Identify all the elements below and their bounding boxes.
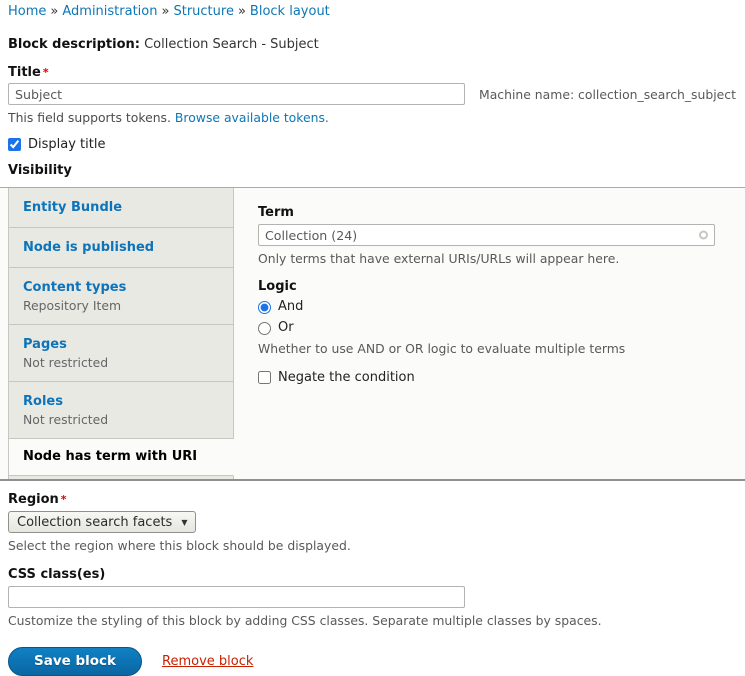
breadcrumb-link-home[interactable]: Home [8,4,46,19]
region-description: Select the region where this block shoul… [8,538,737,553]
vertical-tab-pages[interactable]: Pages Not restricted [9,325,234,382]
vertical-tab-label: Pages [23,336,219,353]
css-classes-label: CSS class(es) [8,567,737,582]
logic-or-row: Or [258,320,745,336]
required-asterisk: * [61,493,67,506]
term-autocomplete-input[interactable] [258,224,715,246]
title-help: This field supports tokens. Browse avail… [8,110,737,125]
visibility-vertical-tabs: Entity Bundle Node is published Content … [0,187,745,481]
browse-tokens-link[interactable]: Browse available tokens. [175,110,329,125]
term-label: Term [258,205,745,220]
region-label-text: Region [8,492,59,507]
logic-description: Whether to use AND or OR logic to evalua… [258,341,745,356]
machine-name: Machine name: collection_search_subject [479,87,736,102]
vertical-tab-summary: Not restricted [23,412,219,427]
visibility-heading: Visibility [8,163,737,179]
remove-block-link[interactable]: Remove block [162,654,253,669]
tokens-help-text: This field supports tokens. [8,110,171,125]
vertical-tab-content-types[interactable]: Content types Repository Item [9,268,234,325]
vertical-tab-summary: Not restricted [23,355,219,370]
css-classes-description: Customize the styling of this block by a… [8,613,737,628]
css-classes-input[interactable] [8,586,465,608]
vertical-tab-node-is-published[interactable]: Node is published [9,228,234,268]
negate-condition-label[interactable]: Negate the condition [278,370,415,385]
breadcrumb-separator: » [50,4,58,19]
display-title-checkbox[interactable] [8,138,21,151]
logic-and-row: And [258,299,745,315]
logic-and-label[interactable]: And [278,299,303,315]
logic-or-radio[interactable] [258,322,271,335]
breadcrumb-separator: » [162,4,170,19]
logic-and-radio[interactable] [258,301,271,314]
vertical-tab-label: Node has term with URI [23,448,219,465]
vertical-tab-roles[interactable]: Roles Not restricted [9,382,234,439]
block-configure-page: Home»Administration»Structure»Block layo… [0,0,745,676]
save-block-button[interactable]: Save block [8,647,142,676]
breadcrumb-separator: » [238,4,246,19]
logic-or-label[interactable]: Or [278,320,294,336]
breadcrumb-link-structure[interactable]: Structure [173,4,233,19]
vertical-tab-node-has-term-with-uri[interactable]: Node has term with URI [9,439,234,476]
display-title-label[interactable]: Display title [28,137,105,152]
term-description: Only terms that have external URIs/URLs … [258,251,745,266]
title-label-text: Title [8,65,41,80]
vertical-tabs-menu: Entity Bundle Node is published Content … [8,188,234,479]
vertical-tab-label: Content types [23,279,219,296]
title-input[interactable] [8,83,465,105]
region-select[interactable]: Collection search facets ▼ [8,511,196,533]
block-description-value: Collection Search - Subject [144,37,319,52]
node-has-term-pane: Term Only terms that have external URIs/… [234,188,745,479]
required-asterisk: * [43,66,49,79]
vertical-tab-partial[interactable] [9,476,234,481]
vertical-tab-label: Node is published [23,239,219,256]
region-label: Region* [8,492,737,507]
vertical-tab-entity-bundle[interactable]: Entity Bundle [9,188,234,228]
breadcrumb-link-block-layout[interactable]: Block layout [250,4,330,19]
vertical-tab-summary: Repository Item [23,298,219,313]
display-title-row: Display title [8,137,737,152]
autocomplete-throbber-icon [699,231,708,240]
breadcrumb-link-administration[interactable]: Administration [62,4,157,19]
region-select-value: Collection search facets [17,515,172,530]
vertical-tab-label: Entity Bundle [23,199,219,216]
negate-row: Negate the condition [258,370,745,385]
breadcrumb: Home»Administration»Structure»Block layo… [8,4,737,20]
negate-condition-checkbox[interactable] [258,371,271,384]
block-description: Block description: Collection Search - S… [8,37,737,52]
vertical-tab-label: Roles [23,393,219,410]
logic-label: Logic [258,279,745,294]
title-label: Title* [8,65,737,80]
block-description-label: Block description: [8,37,140,52]
chevron-down-icon: ▼ [181,518,187,527]
